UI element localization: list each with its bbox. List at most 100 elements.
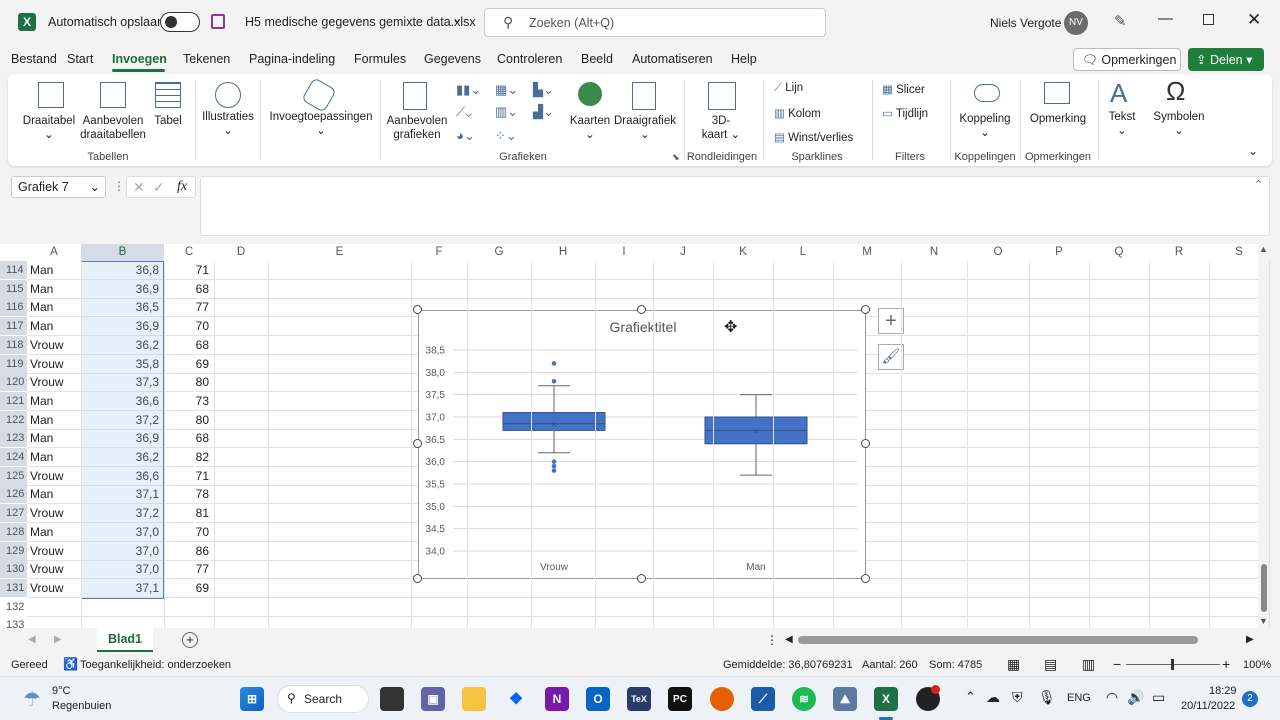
chevron-up-icon[interactable]: ⌃	[1254, 178, 1263, 191]
column-header[interactable]: L	[773, 244, 833, 261]
cell-pulse[interactable]: 69	[164, 355, 209, 373]
statistic-chart-icon[interactable]: ▥⌄	[495, 104, 523, 120]
resize-handle[interactable]	[637, 305, 646, 314]
more-icon[interactable]: ⋮	[113, 179, 125, 193]
excel-taskbar-icon[interactable]: X	[874, 687, 898, 711]
firefox-icon[interactable]	[710, 687, 734, 711]
row-header[interactable]: 121	[0, 391, 27, 410]
menu-formules[interactable]: Formules	[354, 52, 406, 66]
symbols-button[interactable]: Symbolen ⌄	[1148, 110, 1210, 139]
row-header[interactable]: 125	[0, 466, 27, 485]
menu-tekenen[interactable]: Tekenen	[183, 52, 230, 66]
row-header[interactable]: 132	[0, 598, 27, 616]
row-header[interactable]: 131	[0, 578, 27, 597]
zoom-in-icon[interactable]: +	[1222, 656, 1230, 672]
slicer-button[interactable]: ▦ Slicer	[882, 82, 925, 96]
horizontal-scrollbar[interactable]	[798, 636, 1198, 644]
cancel-icon[interactable]: ✕	[133, 179, 145, 196]
page-break-icon[interactable]: ▥	[1082, 656, 1095, 673]
accessibility-status[interactable]: Toegankelijkheid: onderzoeken	[80, 659, 231, 671]
timeline-button[interactable]: ▭ Tijdlijn	[882, 106, 928, 120]
column-chart-icon[interactable]: ▮▮⌄	[456, 82, 484, 98]
scroll-left-icon[interactable]: ◀	[785, 634, 793, 645]
column-header[interactable]: D	[214, 244, 268, 261]
ribbon-collapse-icon[interactable]: ⌄	[1248, 144, 1258, 158]
cell-gender[interactable]: Man	[30, 448, 53, 466]
dialog-launcher-icon[interactable]: ⬊	[672, 152, 680, 163]
row-header[interactable]: 128	[0, 522, 27, 541]
wifi-icon[interactable]: ◠	[1106, 689, 1118, 706]
cell-gender[interactable]: Vrouw	[30, 336, 64, 354]
menu-controleren[interactable]: Controleren	[497, 52, 562, 66]
cell-gender[interactable]: Vrouw	[30, 579, 64, 597]
cell-gender[interactable]: Vrouw	[30, 542, 64, 560]
zoom-slider[interactable]	[1126, 659, 1220, 670]
spotify-icon[interactable]: ≋	[792, 687, 816, 711]
menu-invoegen[interactable]: Invoegen	[112, 52, 167, 66]
cell-gender[interactable]: Man	[30, 317, 53, 335]
menu-bestand[interactable]: Bestand	[11, 52, 57, 66]
task-view-icon[interactable]	[380, 687, 404, 711]
chevron-down-icon[interactable]: ⌄	[452, 12, 462, 26]
teams-icon[interactable]: ▣	[421, 687, 445, 711]
vpn-icon[interactable]: ⛨	[1012, 689, 1023, 706]
save-icon[interactable]	[211, 14, 225, 29]
pivot-chart-button[interactable]: Draaigrafiek ⌄	[614, 114, 676, 143]
zoom-level[interactable]: 100%	[1243, 659, 1271, 671]
cell-pulse[interactable]: 80	[164, 411, 209, 429]
formula-input[interactable]	[200, 176, 1270, 236]
comment-button[interactable]: Opmerking	[1024, 112, 1092, 126]
column-header[interactable]: H	[531, 244, 595, 261]
waterfall-chart-icon[interactable]: ▙⌄	[533, 82, 561, 98]
box-plot-chart[interactable]: Grafiektitel 34,0 34,5 35,0 35,5 36,0 36,5 37,…	[419, 311, 867, 580]
row-header[interactable]: 123	[0, 429, 27, 448]
link-button[interactable]: Koppeling ⌄	[954, 112, 1016, 141]
more-icon[interactable]: ⋮	[766, 633, 778, 647]
recommended-charts-button[interactable]: Aanbevolen grafieken	[384, 114, 450, 143]
share-button[interactable]: ⇪ Delen ▾	[1188, 48, 1264, 71]
hierarchy-chart-icon[interactable]: ▦⌄	[495, 82, 523, 98]
column-header[interactable]: I	[595, 244, 653, 261]
scroll-thumb[interactable]	[1261, 564, 1267, 612]
zoom-out-icon[interactable]: −	[1113, 656, 1121, 672]
row-header[interactable]: 124	[0, 448, 27, 466]
tex-icon[interactable]: TeX	[627, 687, 651, 711]
illustrations-button[interactable]: Illustraties ⌄	[198, 110, 258, 139]
resize-handle[interactable]	[413, 574, 422, 583]
column-header[interactable]: M	[833, 244, 901, 261]
recommended-pivot-button[interactable]: Aanbevolen draaitabellen	[80, 114, 146, 143]
column-header[interactable]: G	[467, 244, 531, 261]
row-header[interactable]: 130	[0, 560, 27, 579]
cell-gender[interactable]: Vrouw	[30, 504, 64, 522]
menu-pagina-indeling[interactable]: Pagina-indeling	[249, 52, 335, 66]
cell-pulse[interactable]: 81	[164, 504, 209, 522]
cell-pulse[interactable]: 77	[164, 298, 209, 316]
cell-pulse[interactable]: 82	[164, 448, 209, 466]
menu-gegevens[interactable]: Gegevens	[424, 52, 481, 66]
avatar[interactable]: NV	[1064, 11, 1088, 35]
cell-gender[interactable]: Man	[30, 392, 53, 410]
normal-view-icon[interactable]: ▦	[1007, 656, 1020, 673]
chart-app-icon[interactable]: ⟋	[751, 687, 775, 711]
maps-button[interactable]: Kaarten ⌄	[566, 114, 614, 143]
cell-gender[interactable]: Vrouw	[30, 467, 64, 485]
cell-pulse[interactable]: 68	[164, 429, 209, 447]
scroll-up-icon[interactable]: ▲	[1259, 244, 1268, 254]
table-button[interactable]: Tabel	[150, 114, 186, 128]
notification-badge[interactable]: 2	[1242, 691, 1258, 707]
confirm-icon[interactable]: ✓	[153, 179, 165, 196]
minimize-icon[interactable]: —	[1158, 10, 1173, 27]
cell-pulse[interactable]: 80	[164, 373, 209, 391]
row-header[interactable]: 120	[0, 373, 27, 392]
autosave-toggle[interactable]	[160, 12, 200, 32]
column-header[interactable]: F	[411, 244, 467, 261]
cell-pulse[interactable]: 70	[164, 317, 209, 335]
menu-start[interactable]: Start	[67, 52, 93, 66]
column-header[interactable]: N	[901, 244, 967, 261]
cell-gender[interactable]: Man	[30, 298, 53, 316]
cell-pulse[interactable]: 73	[164, 392, 209, 410]
cell-gender[interactable]: Man	[30, 429, 53, 447]
row-header[interactable]: 127	[0, 504, 27, 523]
column-header[interactable]: O	[967, 244, 1029, 261]
cell-pulse[interactable]: 71	[164, 467, 209, 485]
